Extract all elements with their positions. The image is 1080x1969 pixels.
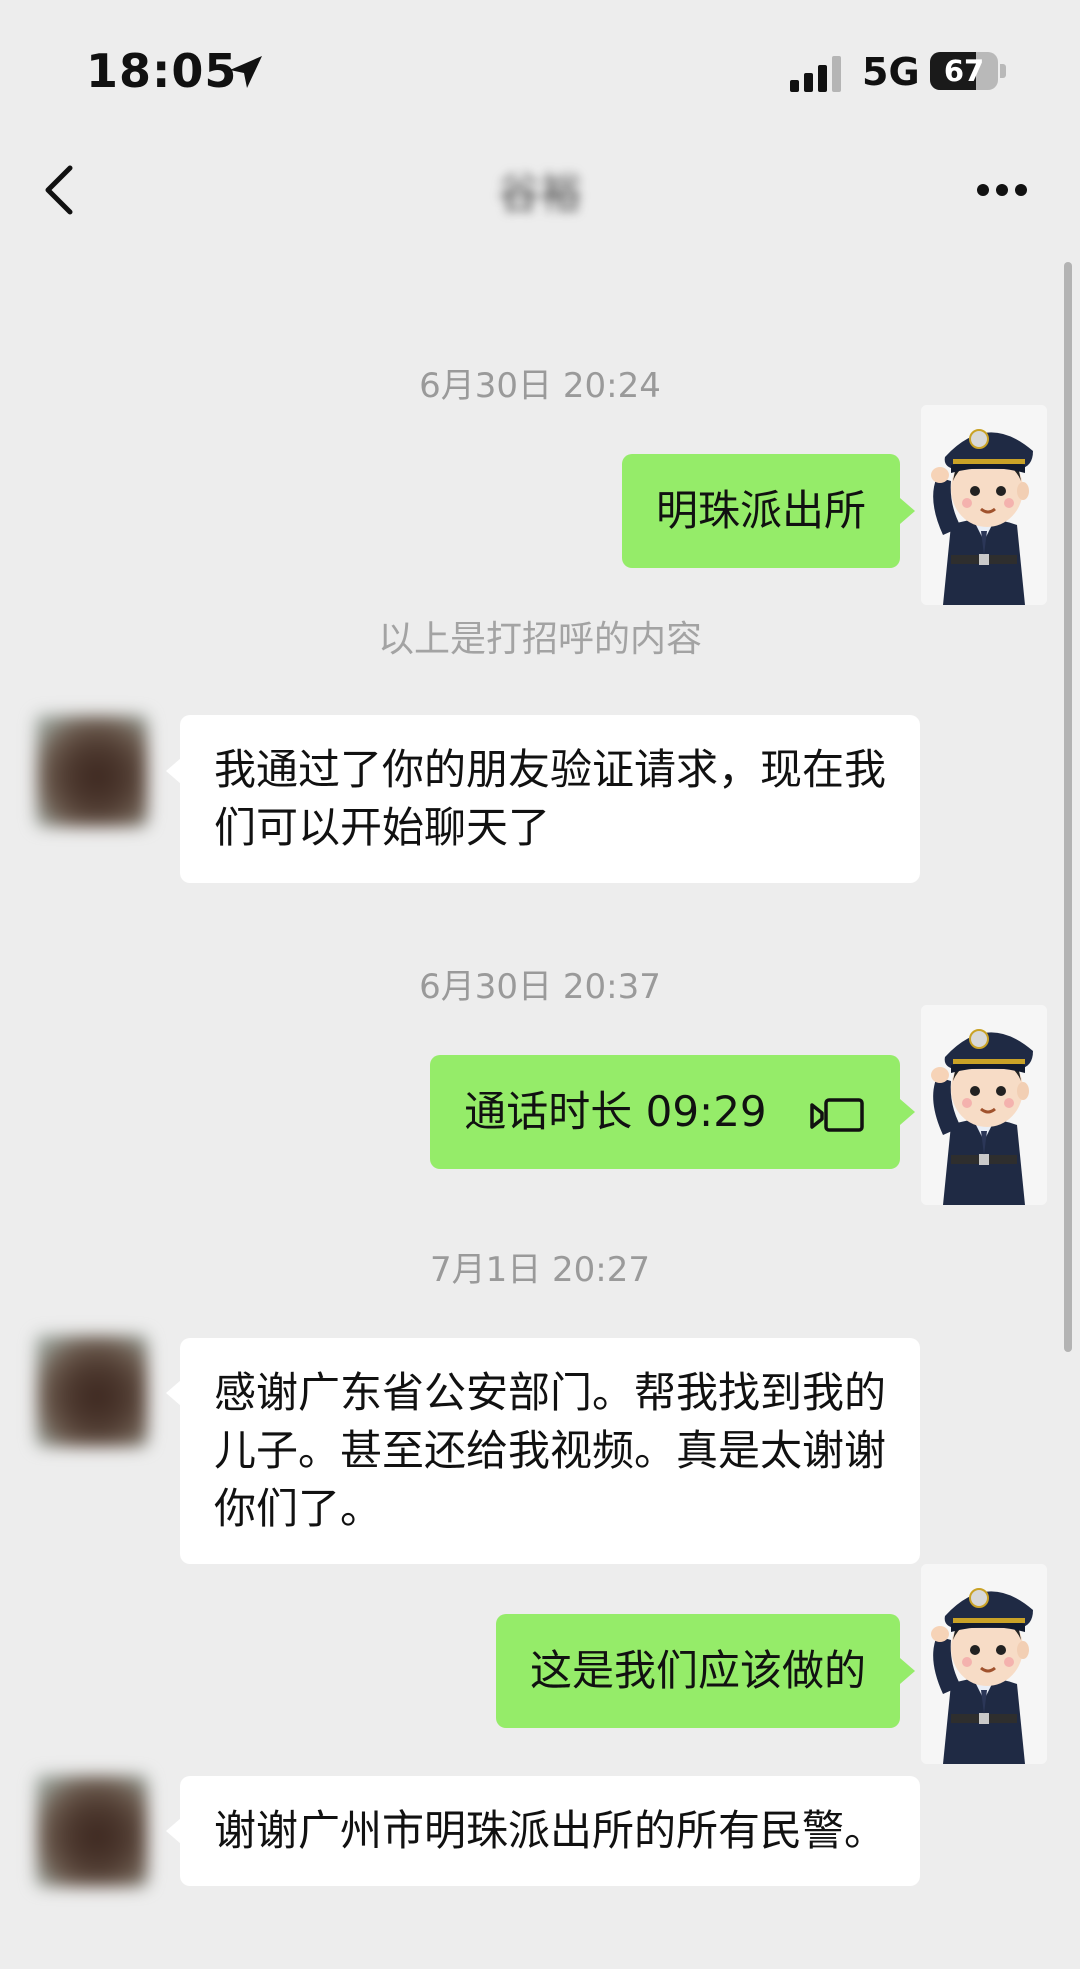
received-message[interactable]: 感谢广东省公安部门。帮我找到我的儿子。甚至还给我视频。真是太谢谢你们了。	[180, 1338, 920, 1564]
police-avatar[interactable]	[921, 1005, 1047, 1205]
message-timestamp: 7月1日 20:27	[429, 1250, 651, 1290]
received-message[interactable]: 我通过了你的朋友验证请求，现在我们可以开始聊天了	[180, 715, 920, 883]
message-timestamp: 6月30日 20:24	[419, 366, 661, 406]
battery-level-text: 67	[943, 54, 985, 88]
contact-avatar[interactable]	[36, 1335, 148, 1447]
police-avatar[interactable]	[921, 405, 1047, 605]
battery-indicator: 67	[930, 52, 1006, 90]
video-call-icon	[810, 1097, 864, 1132]
chevron-left-icon[interactable]	[40, 160, 80, 220]
more-dots-icon[interactable]	[975, 182, 1029, 198]
call-duration-text: 通话时长 09:29	[464, 1087, 767, 1136]
police-avatar[interactable]	[921, 1564, 1047, 1764]
chat-title: 谷裕	[497, 169, 582, 218]
sent-message[interactable]: 明珠派出所	[621, 454, 900, 568]
sent-message[interactable]: 这是我们应该做的	[495, 1614, 900, 1728]
status-time: 18:05	[86, 44, 238, 98]
contact-avatar[interactable]	[36, 715, 148, 827]
network-type: 5G	[862, 50, 920, 94]
chat-scrollbar[interactable]	[1064, 262, 1072, 1352]
signal-bars-icon	[790, 56, 841, 92]
greeting-note: 以上是打招呼的内容	[377, 619, 702, 660]
status-bar: 18:05 5G 67	[0, 0, 1080, 140]
message-timestamp: 6月30日 20:37	[419, 967, 661, 1007]
call-record-message[interactable]: 通话时长 09:29	[430, 1055, 900, 1169]
received-message[interactable]: 谢谢广州市明珠派出所的所有民警。	[180, 1776, 920, 1886]
location-arrow-icon	[230, 56, 262, 88]
contact-avatar[interactable]	[36, 1775, 148, 1887]
